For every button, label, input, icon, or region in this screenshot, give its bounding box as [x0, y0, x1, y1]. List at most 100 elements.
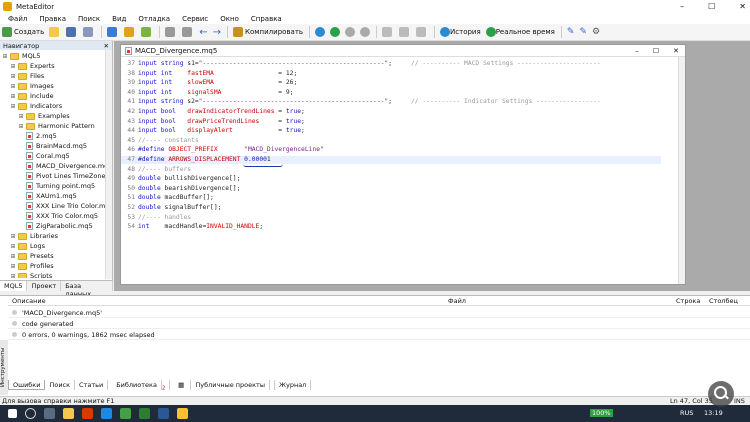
code-line[interactable]: //---- buffers: [138, 166, 191, 173]
code-line[interactable]: input string s2="-----------------------…: [138, 98, 601, 105]
menu-view[interactable]: Вид: [112, 15, 126, 23]
powerpoint-icon[interactable]: [82, 408, 93, 419]
expand-icon[interactable]: ⊞: [2, 53, 8, 60]
code-line[interactable]: input bool drawIndicatorTrendLines = tru…: [138, 108, 305, 115]
tree-folder[interactable]: ⊞ Profiles: [0, 261, 53, 271]
tree-folder[interactable]: ⊞ Experts: [0, 61, 54, 71]
menu-window[interactable]: Окно: [220, 15, 239, 23]
metaeditor-taskbar-icon[interactable]: [177, 408, 188, 419]
expand-icon[interactable]: ⊞: [10, 253, 16, 260]
stop-button[interactable]: [358, 25, 372, 39]
pause-button[interactable]: [343, 25, 357, 39]
start-history-debug-button[interactable]: [328, 25, 342, 39]
tree-folder[interactable]: ⊞ Images: [0, 81, 53, 91]
tree-folder[interactable]: ⊞ Libraries: [0, 231, 58, 241]
tree-file[interactable]: XAUm1.mq5: [0, 191, 77, 201]
expand-icon[interactable]: ⊞: [10, 263, 16, 270]
menu-debug[interactable]: Отладка: [138, 15, 170, 23]
app-icon[interactable]: [158, 408, 169, 419]
toolbox-toggle-button[interactable]: [122, 25, 138, 39]
code-line[interactable]: //---- handles: [138, 214, 191, 221]
menu-search[interactable]: Поиск: [78, 15, 100, 23]
step-over-button[interactable]: [397, 25, 413, 39]
code-line[interactable]: #define OBJECT_PREFIX "MACD_DivergenceLi…: [138, 146, 324, 153]
menu-file[interactable]: Файл: [8, 15, 27, 23]
windows-start-icon[interactable]: [8, 409, 17, 418]
pin-button[interactable]: ✎: [565, 25, 577, 39]
maximize-button[interactable]: ☐: [708, 0, 715, 13]
message-row[interactable]: code generated: [8, 319, 750, 329]
tree-folder[interactable]: ⊞ Scripts: [0, 271, 52, 278]
explorer-icon[interactable]: [63, 408, 74, 419]
message-row[interactable]: 0 errors, 0 warnings, 1862 msec elapsed: [8, 330, 750, 340]
tree-file[interactable]: Coral.mq5: [0, 151, 70, 161]
tree-file[interactable]: MACD_Divergence.mq: [0, 161, 108, 171]
expand-icon[interactable]: ⊞: [10, 243, 16, 250]
settings-button[interactable]: ⚙: [590, 25, 602, 39]
code-line[interactable]: #define ARROWS_DISPLACEMENT 0.00001: [138, 156, 271, 163]
save-all-button[interactable]: [81, 25, 97, 39]
magnifier-icon[interactable]: [708, 381, 734, 407]
tree-file[interactable]: XXX Line Trio Color.m: [0, 201, 105, 211]
doc-minimize-button[interactable]: –: [635, 47, 639, 55]
compile-button[interactable]: Компилировать: [231, 25, 305, 39]
code-line[interactable]: double macdBuffer[];: [138, 194, 214, 201]
expand-icon[interactable]: ⊞: [10, 63, 16, 70]
expand-icon[interactable]: ⊞: [18, 113, 24, 120]
code-line[interactable]: input bool displayAlert = true;: [138, 127, 305, 134]
menu-tools[interactable]: Сервис: [182, 15, 208, 23]
tree-folder[interactable]: ⊞ Harmonic Pattern: [0, 121, 94, 131]
tree-file[interactable]: XXX Trio Color.mq5: [0, 211, 98, 221]
code-line[interactable]: double bearishDivergence[];: [138, 185, 240, 192]
step-into-button[interactable]: [380, 25, 396, 39]
save-button[interactable]: [64, 25, 80, 39]
col-file[interactable]: Файл: [448, 297, 676, 305]
editor-scrollbar[interactable]: [678, 57, 685, 284]
doc-close-button[interactable]: ✕: [673, 47, 679, 55]
tree-file[interactable]: 2.mq5: [0, 131, 57, 141]
tree-file[interactable]: ZigParabolic.mq5: [0, 221, 93, 231]
code-line[interactable]: double bullishDivergence[];: [138, 175, 240, 182]
metatrader-icon[interactable]: [139, 408, 150, 419]
menu-edit[interactable]: Правка: [39, 15, 66, 23]
code-line[interactable]: input int signalSMA = 9;: [138, 89, 293, 96]
tab-articles[interactable]: Статьи: [75, 380, 109, 390]
code-line[interactable]: input bool drawPriceTrendLines = true;: [138, 118, 305, 125]
tree-file[interactable]: BrainMacd.mq5: [0, 141, 87, 151]
tab-errors[interactable]: Ошибки: [8, 380, 46, 390]
menu-help[interactable]: Справка: [251, 15, 282, 23]
close-window-button[interactable]: ✕: [739, 0, 746, 13]
tab-mql5[interactable]: MQL5: [0, 281, 28, 291]
redo-button[interactable]: [180, 25, 196, 39]
history-button[interactable]: История: [438, 25, 483, 39]
step-out-button[interactable]: [414, 25, 430, 39]
back-button[interactable]: ←: [197, 25, 209, 39]
tab-database[interactable]: База данных: [61, 281, 113, 298]
task-view-icon[interactable]: [44, 408, 55, 419]
tree-folder[interactable]: ⊞ Include: [0, 91, 53, 101]
expand-icon[interactable]: ⊞: [18, 123, 24, 130]
realtime-button[interactable]: Реальное время: [484, 25, 557, 39]
tree-file[interactable]: Turning point.mq5: [0, 181, 95, 191]
data-window-button[interactable]: [139, 25, 155, 39]
code-line[interactable]: input int fastEMA = 12;: [138, 70, 297, 77]
word-icon[interactable]: [101, 408, 112, 419]
message-row[interactable]: 'MACD_Divergence.mq5': [8, 308, 750, 318]
code-line[interactable]: input string s1="-----------------------…: [138, 60, 601, 67]
start-debug-button[interactable]: [313, 25, 327, 39]
tree-folder[interactable]: ⊞ Indicators: [0, 101, 62, 111]
tab-project[interactable]: Проект: [27, 281, 62, 291]
expand-icon[interactable]: ⊞: [10, 73, 16, 80]
expand-icon[interactable]: ⊞: [10, 83, 16, 90]
navigator-toggle-button[interactable]: [105, 25, 121, 39]
tab-journal[interactable]: Журнал: [275, 380, 312, 390]
tab-search[interactable]: Поиск: [45, 380, 76, 390]
open-button[interactable]: [47, 25, 63, 39]
tab-library[interactable]: Библиотека 2: [108, 380, 171, 391]
tree-folder[interactable]: ⊞ Logs: [0, 241, 45, 251]
tree-folder[interactable]: ⊞ MQL5: [0, 51, 40, 61]
create-button[interactable]: Создать: [0, 25, 46, 39]
chrome-icon[interactable]: [120, 408, 131, 419]
code-line[interactable]: //---- constants: [138, 137, 199, 144]
battery-indicator[interactable]: 100%: [590, 409, 613, 417]
